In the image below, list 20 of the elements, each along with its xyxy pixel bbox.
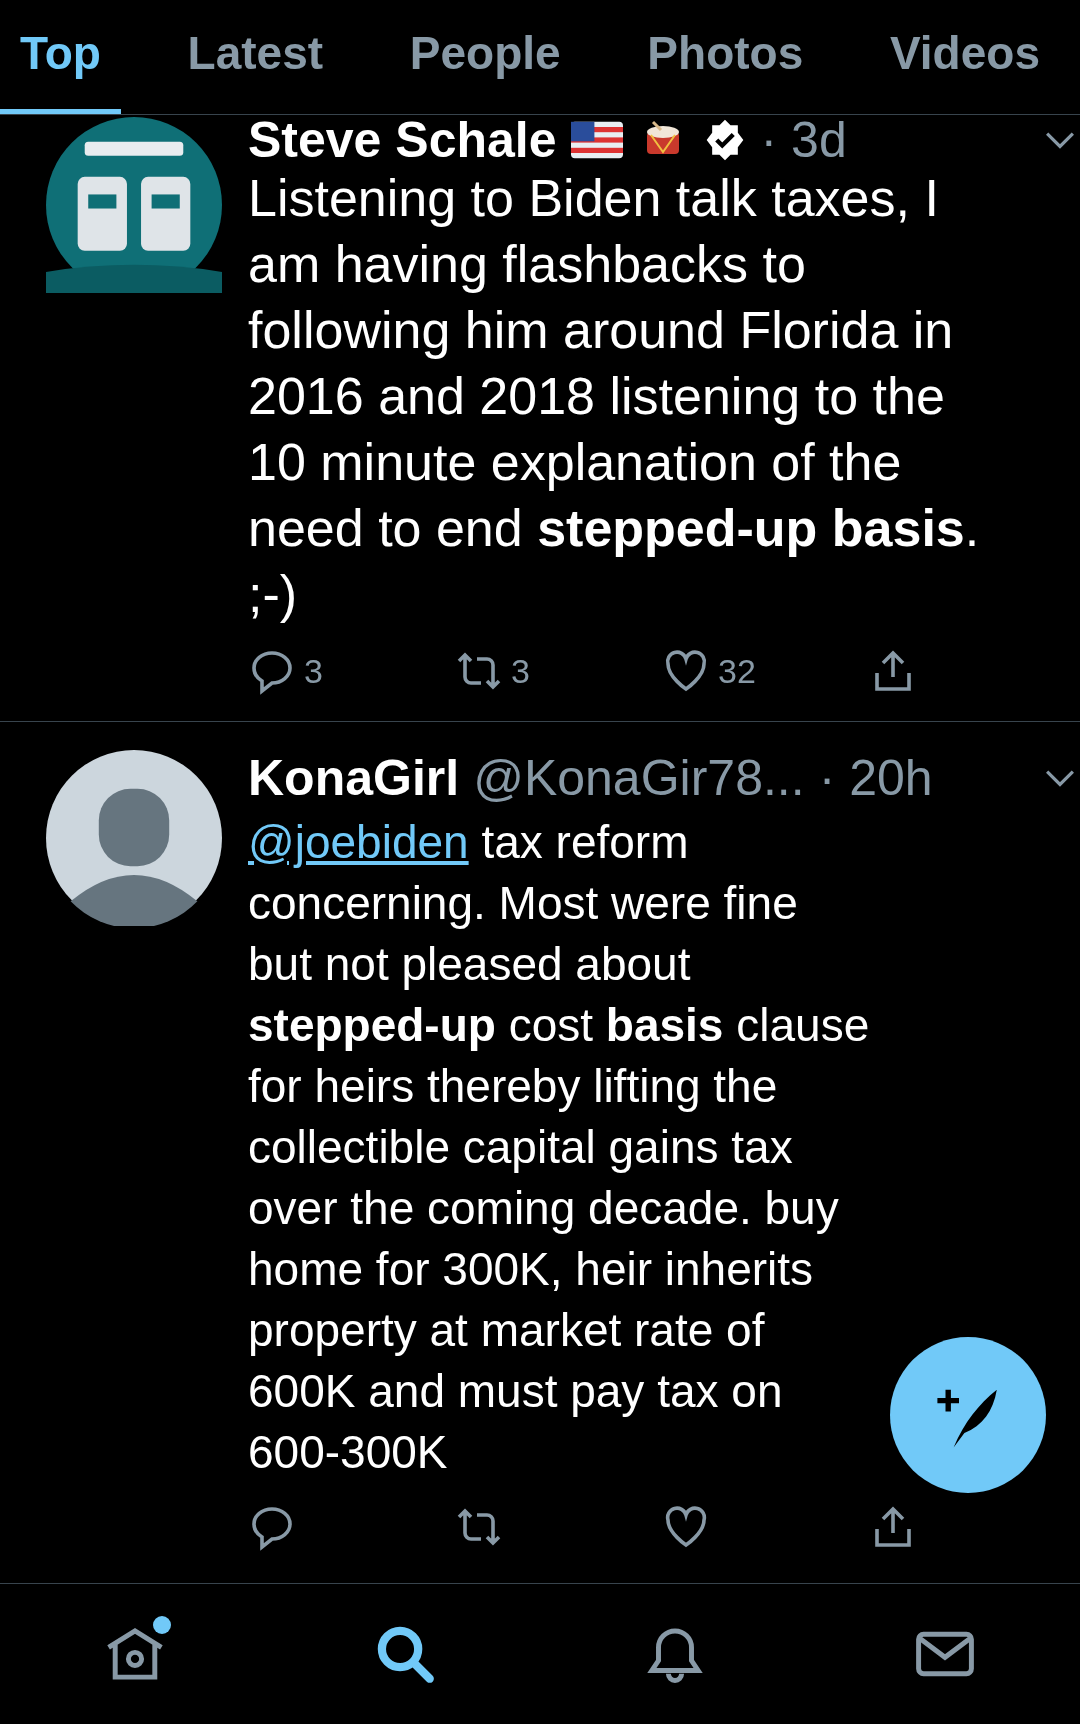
retweet-count: 3: [511, 651, 530, 691]
tweet-text: @joebiden tax reform concerning. Most were fine but not pleased about stepped-up cost basis clause for heirs thereby lifting the collectible capital gains tax over the coming decade. buy home for 300K, heir inherits property at market rate of 600K and must pay tax on 600-300K: [248, 815, 871, 1480]
flag-icon: [570, 120, 623, 160]
tweet-time: · 3d: [760, 111, 847, 169]
like-count: 32: [718, 651, 756, 691]
tab[interactable]: People: [389, 0, 581, 114]
author-name: Steve Schale: [248, 111, 557, 169]
tab[interactable]: Photos: [627, 0, 824, 114]
tweet-time: · 20h: [818, 749, 933, 807]
tab[interactable]: Videos: [869, 0, 1060, 114]
tweet-text: Listening to Biden talk taxes, I am having flashbacks to following him around Florida in 2016 and 2018 listening to the 10 minute explanation of the need to end stepped-up basis. ;-): [248, 168, 981, 625]
author-name: KonaGirl: [248, 749, 460, 807]
default-avatar-icon: [46, 750, 222, 926]
reply-count: 3: [304, 651, 323, 691]
tab[interactable]: Top: [0, 0, 121, 114]
author-handle: @KonaGir78...: [473, 749, 805, 807]
tab[interactable]: Latest: [167, 0, 344, 114]
chevron-icon[interactable]: [1044, 131, 1076, 149]
chevron-icon[interactable]: [1044, 769, 1076, 787]
mention-link[interactable]: @joebiden: [248, 816, 469, 868]
